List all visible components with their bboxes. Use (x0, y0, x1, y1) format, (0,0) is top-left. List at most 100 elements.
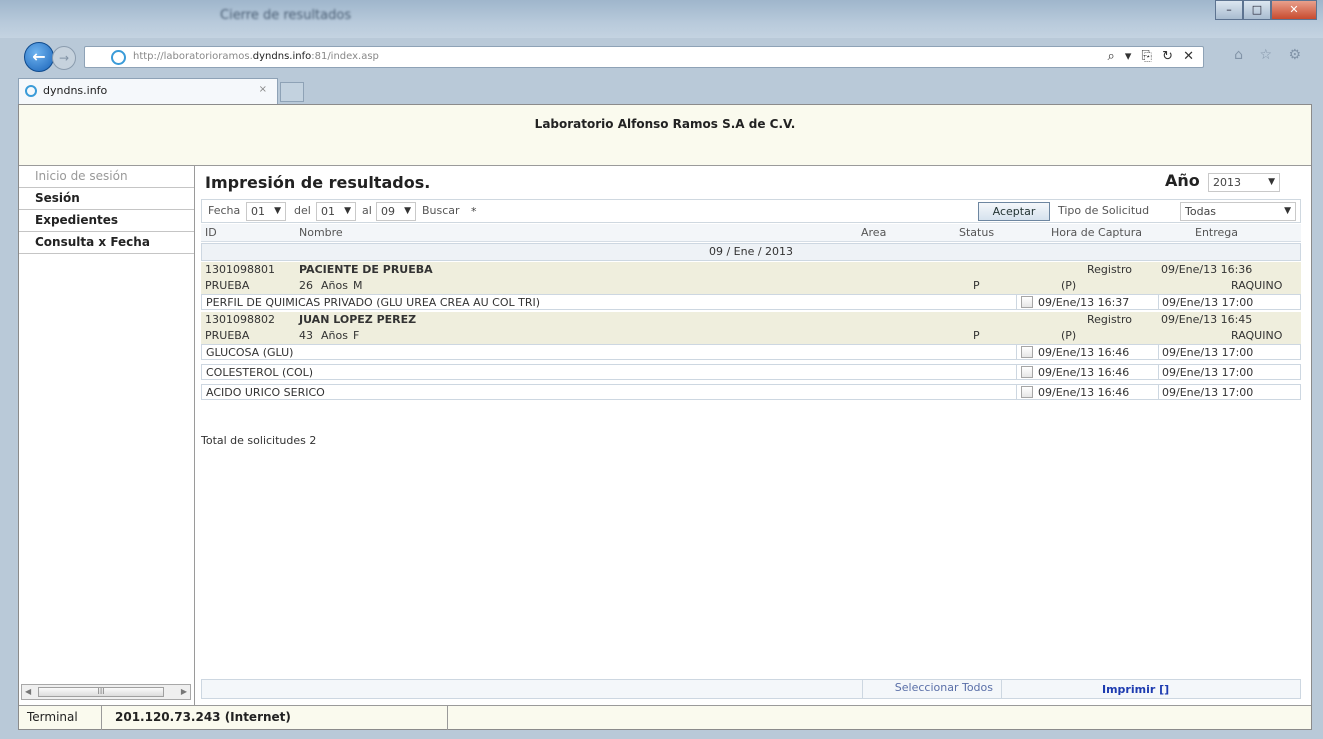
del-label: del (294, 204, 311, 217)
study-entrega: 09/Ene/13 17:00 (1162, 386, 1254, 399)
study-captura: 09/Ene/13 16:46 (1038, 366, 1130, 379)
col-hora-captura: Hora de Captura (1051, 226, 1142, 239)
day-to-select[interactable]: 09 ▼ (376, 202, 416, 221)
al-label: al (362, 204, 372, 217)
patient-user: RAQUINO (1231, 329, 1283, 342)
back-button[interactable]: ← (24, 42, 54, 72)
study-name: GLUCOSA (GLU) (206, 346, 294, 359)
page-header: Laboratorio Alfonso Ramos S.A de C.V. (19, 105, 1311, 166)
patient-name: JUAN LOPEZ PEREZ (299, 313, 417, 326)
browser-tab[interactable]: dyndns.info × (18, 78, 278, 104)
registro-label: Registro (1087, 263, 1133, 276)
navigation-bar: ← → http://laboratorioramos.dyndns.info:… (0, 38, 1323, 74)
patient-pflag: (P) (1061, 329, 1077, 342)
search-input[interactable]: * (466, 202, 966, 221)
close-window-button[interactable]: ✕ (1271, 0, 1317, 20)
print-button[interactable]: Imprimir [] (1102, 683, 1169, 696)
study-checkbox[interactable] (1021, 366, 1033, 378)
patient-age-unit: Años (321, 329, 348, 342)
ie-page-icon (111, 50, 126, 65)
col-entrega: Entrega (1195, 226, 1239, 239)
patient-age: 26 (299, 279, 313, 292)
menu-horizontal-scrollbar[interactable]: ◀ III ▶ (21, 684, 191, 700)
study-entrega: 09/Ene/13 17:00 (1162, 346, 1254, 359)
minimize-button[interactable]: – (1215, 0, 1243, 20)
chevron-down-icon: ▼ (344, 206, 351, 216)
study-checkbox[interactable] (1021, 346, 1033, 358)
page-viewport: Laboratorio Alfonso Ramos S.A de C.V. In… (18, 104, 1312, 730)
tab-bar: dyndns.info × (0, 74, 1323, 104)
patient-age: 43 (299, 329, 313, 342)
registro-time: 09/Ene/13 16:45 (1161, 313, 1253, 326)
chevron-down-icon: ▼ (274, 206, 281, 216)
patient-row[interactable]: 1301098801 PACIENTE DE PRUEBA Registro 0… (201, 262, 1301, 278)
study-row[interactable]: GLUCOSA (GLU) 09/Ene/13 16:46 09/Ene/13 … (201, 344, 1301, 360)
study-checkbox[interactable] (1021, 386, 1033, 398)
menu-item-consulta-fecha[interactable]: Consulta x Fecha (19, 232, 194, 254)
tipo-solicitud-select[interactable]: Todas ▼ (1180, 202, 1296, 221)
address-tools[interactable]: ⌕ ▾ ⎘ ↻ ✕ (1107, 49, 1197, 64)
address-bar[interactable]: http://laboratorioramos.dyndns.info:81/i… (84, 46, 1204, 68)
study-checkbox[interactable] (1021, 296, 1033, 308)
terminal-ip: 201.120.73.243 (Internet) (115, 710, 291, 724)
tab-label: dyndns.info (43, 84, 108, 97)
lab-name: Laboratorio Alfonso Ramos S.A de C.V. (534, 117, 796, 131)
study-name: ACIDO URICO SERICO (206, 386, 325, 399)
study-captura: 09/Ene/13 16:46 (1038, 386, 1130, 399)
filter-bar: Fecha 01 ▼ del 01 ▼ al 09 ▼ Buscar * Acepta… (201, 199, 1301, 223)
forward-button[interactable]: → (52, 46, 76, 70)
status-bar: Terminal 201.120.73.243 (Internet) (19, 705, 1311, 730)
chevron-down-icon: ▼ (404, 206, 411, 216)
new-tab-button[interactable] (280, 82, 304, 102)
select-all-button[interactable]: Seleccionar Todos (862, 679, 1002, 699)
study-row[interactable]: ACIDO URICO SERICO 09/Ene/13 16:46 09/En… (201, 384, 1301, 400)
window-title: Cierre de resultados (220, 8, 352, 23)
scroll-right-icon[interactable]: ▶ (181, 687, 187, 696)
patient-status: P (973, 279, 980, 292)
month-select[interactable]: 01 ▼ (246, 202, 286, 221)
study-entrega: 09/Ene/13 17:00 (1162, 296, 1254, 309)
tab-close-icon[interactable]: × (259, 84, 267, 95)
chevron-down-icon: ▼ (1268, 177, 1275, 187)
url-text: http://laboratorioramos.dyndns.info:81/i… (133, 51, 379, 62)
terminal-label: Terminal (27, 710, 78, 724)
buscar-label: Buscar (422, 204, 460, 217)
chevron-down-icon: ▼ (1284, 206, 1291, 216)
menu-item-sesion[interactable]: Sesión (19, 188, 194, 210)
menu-item-expedientes[interactable]: Expedientes (19, 210, 194, 232)
study-entrega: 09/Ene/13 17:00 (1162, 366, 1254, 379)
patient-status: P (973, 329, 980, 342)
col-area: Area (861, 226, 887, 239)
patient-pflag: (P) (1061, 279, 1077, 292)
scroll-left-icon[interactable]: ◀ (25, 687, 31, 696)
patient-age-unit: Años (321, 279, 348, 292)
study-row[interactable]: COLESTEROL (COL) 09/Ene/13 16:46 09/Ene/… (201, 364, 1301, 380)
study-captura: 09/Ene/13 16:37 (1038, 296, 1130, 309)
total-solicitudes: Total de solicitudes 2 (201, 434, 317, 447)
patient-row[interactable]: 1301098802 JUAN LOPEZ PEREZ Registro 09/… (201, 312, 1301, 328)
browser-toolbar-icons[interactable]: ⌂ ☆ ⚙ (1234, 47, 1307, 63)
study-row[interactable]: PERFIL DE QUIMICAS PRIVADO (GLU UREA CRE… (201, 294, 1301, 310)
ie-favicon-icon (25, 85, 37, 97)
actions-bar: Seleccionar Todos Imprimir [] (201, 679, 1301, 699)
menu-item-inicio-sesion[interactable]: Inicio de sesión (19, 166, 194, 188)
registro-time: 09/Ene/13 16:36 (1161, 263, 1253, 276)
aceptar-button[interactable]: Aceptar (978, 202, 1050, 221)
year-label: Año (1165, 171, 1200, 190)
study-captura: 09/Ene/13 16:46 (1038, 346, 1130, 359)
patient-id: 1301098802 (205, 313, 275, 326)
col-id: ID (205, 226, 217, 239)
window-titlebar: Cierre de resultados – □ ✕ (0, 0, 1323, 38)
scroll-thumb[interactable]: III (38, 687, 164, 697)
maximize-button[interactable]: □ (1243, 0, 1271, 20)
patient-detail-row: PRUEBA 43 Años F P (P) RAQUINO (201, 328, 1301, 344)
study-name: PERFIL DE QUIMICAS PRIVADO (GLU UREA CRE… (206, 296, 541, 309)
col-status: Status (959, 226, 995, 239)
page-title: Impresión de resultados. (205, 173, 431, 192)
day-from-select[interactable]: 01 ▼ (316, 202, 356, 221)
main-content: Impresión de resultados. Año 2013 ▼ Fecha… (195, 166, 1311, 706)
patient-sex: F (353, 329, 360, 342)
patient-sex: M (353, 279, 363, 292)
patient-id: 1301098801 (205, 263, 275, 276)
year-select[interactable]: 2013 ▼ (1208, 173, 1280, 192)
